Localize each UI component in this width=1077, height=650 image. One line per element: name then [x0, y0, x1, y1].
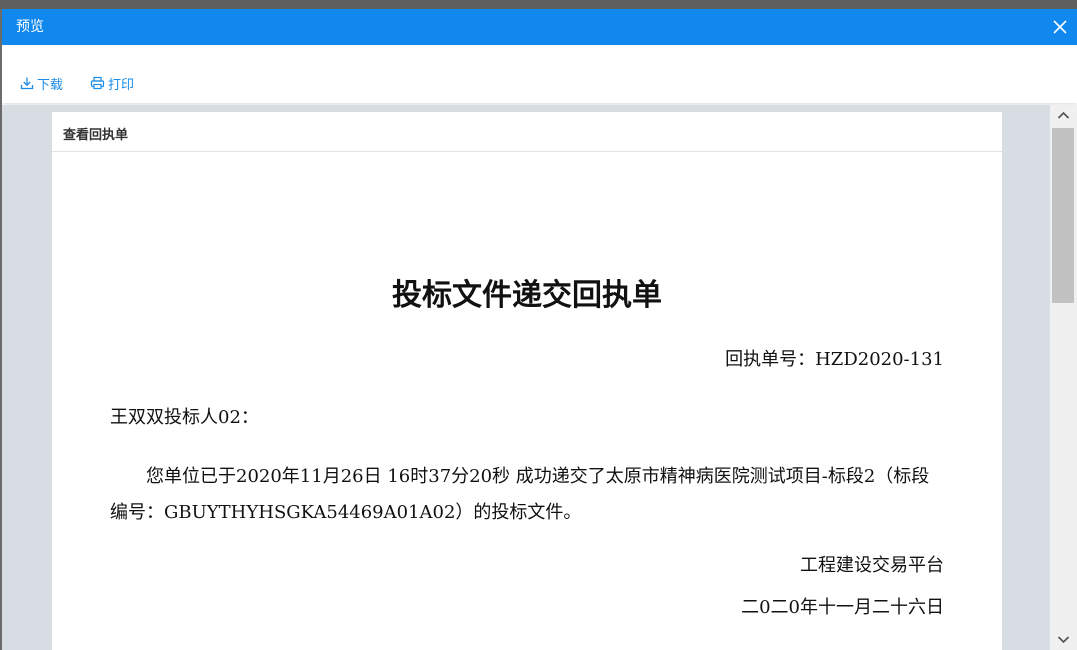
- vertical-scrollbar[interactable]: [1050, 105, 1077, 650]
- preview-toolbar: 下载 打印: [2, 45, 1077, 103]
- background-window-strip: [0, 0, 1077, 9]
- close-icon: [1053, 20, 1067, 34]
- preview-dialog: 预览 下载 打印 查看回执单 投标文件递交回执单 回执单号：HZD2020-13…: [2, 9, 1077, 650]
- dialog-titlebar: 预览: [2, 9, 1077, 45]
- receipt-title: 投标文件递交回执单: [392, 278, 662, 313]
- download-icon: [20, 77, 34, 90]
- document-viewer[interactable]: 查看回执单 投标文件递交回执单 回执单号：HZD2020-131 王双双投标人0…: [2, 105, 1050, 650]
- download-button[interactable]: 下载: [20, 74, 64, 93]
- issue-date: 二0二0年十一月二十六日: [741, 597, 944, 618]
- scroll-down-button[interactable]: [1050, 630, 1077, 650]
- receipt-page: 查看回执单 投标文件递交回执单 回执单号：HZD2020-131 王双双投标人0…: [52, 112, 1002, 650]
- receipt-body: 您单位已于2020年11月26日 16时37分20秒 成功递交了太原市精神病医院…: [110, 466, 930, 523]
- download-label: 下载: [37, 77, 64, 93]
- dialog-title: 预览: [16, 19, 44, 35]
- print-button[interactable]: 打印: [90, 74, 135, 93]
- chevron-down-icon: [1057, 636, 1070, 644]
- printer-icon: [90, 76, 105, 90]
- close-button[interactable]: [1049, 16, 1071, 38]
- print-label: 打印: [108, 77, 135, 93]
- receipt-page-header: 查看回执单: [52, 112, 1002, 152]
- chevron-up-icon: [1057, 111, 1070, 119]
- issuer-name: 工程建设交易平台: [800, 555, 944, 576]
- scrollbar-thumb[interactable]: [1052, 128, 1074, 303]
- scroll-up-button[interactable]: [1050, 105, 1077, 125]
- recipient-line: 王双双投标人02：: [110, 407, 259, 428]
- receipt-number: 回执单号：HZD2020-131: [725, 349, 944, 370]
- view-receipt-label: 查看回执单: [63, 128, 129, 143]
